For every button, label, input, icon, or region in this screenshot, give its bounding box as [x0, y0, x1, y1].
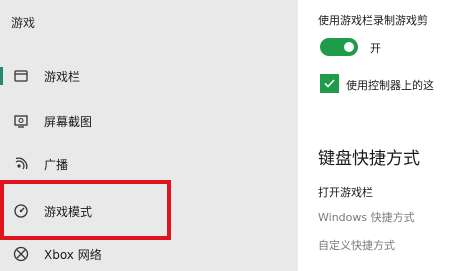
sidebar-item-label: 屏幕截图: [44, 114, 93, 129]
sidebar-item-label: 广播: [44, 157, 69, 172]
highlight-annotation-box: [0, 180, 171, 240]
settings-sidebar: 游戏 游戏栏 屏幕截图 广播 游戏模式 Xbox 网络: [0, 0, 298, 271]
custom-shortcut-label: 自定义快捷方式: [318, 239, 395, 252]
screenshot-icon: [12, 112, 30, 130]
toggle-knob: [344, 42, 354, 52]
controller-checkbox[interactable]: [320, 74, 339, 93]
sidebar-item-game-bar[interactable]: 游戏栏: [0, 59, 298, 93]
sidebar-item-broadcast[interactable]: 广播: [0, 147, 298, 181]
xbox-icon: [12, 245, 30, 263]
record-toggle-switch[interactable]: [320, 38, 358, 56]
shortcuts-heading: 键盘快捷方式: [318, 149, 420, 169]
broadcast-icon: [12, 155, 30, 173]
section-title: 游戏: [11, 16, 36, 30]
sidebar-item-label: Xbox 网络: [44, 247, 102, 262]
record-setting-label: 使用游戏栏录制游戏剪: [318, 14, 428, 27]
checkmark-icon: [324, 79, 335, 88]
active-indicator: [0, 67, 3, 85]
toggle-state-label: 开: [370, 42, 381, 55]
controller-checkbox-label: 使用控制器上的这: [346, 79, 434, 92]
sidebar-item-xbox-network[interactable]: Xbox 网络: [0, 237, 298, 271]
windows-shortcut-label: Windows 快捷方式: [318, 211, 415, 224]
open-game-bar-label: 打开游戏栏: [318, 186, 373, 199]
game-bar-icon: [12, 67, 30, 85]
sidebar-item-label: 游戏栏: [44, 69, 81, 84]
sidebar-item-screenshots[interactable]: 屏幕截图: [0, 104, 298, 138]
settings-content-pane: 使用游戏栏录制游戏剪 开 使用控制器上的这 键盘快捷方式 打开游戏栏 Windo…: [298, 0, 450, 271]
